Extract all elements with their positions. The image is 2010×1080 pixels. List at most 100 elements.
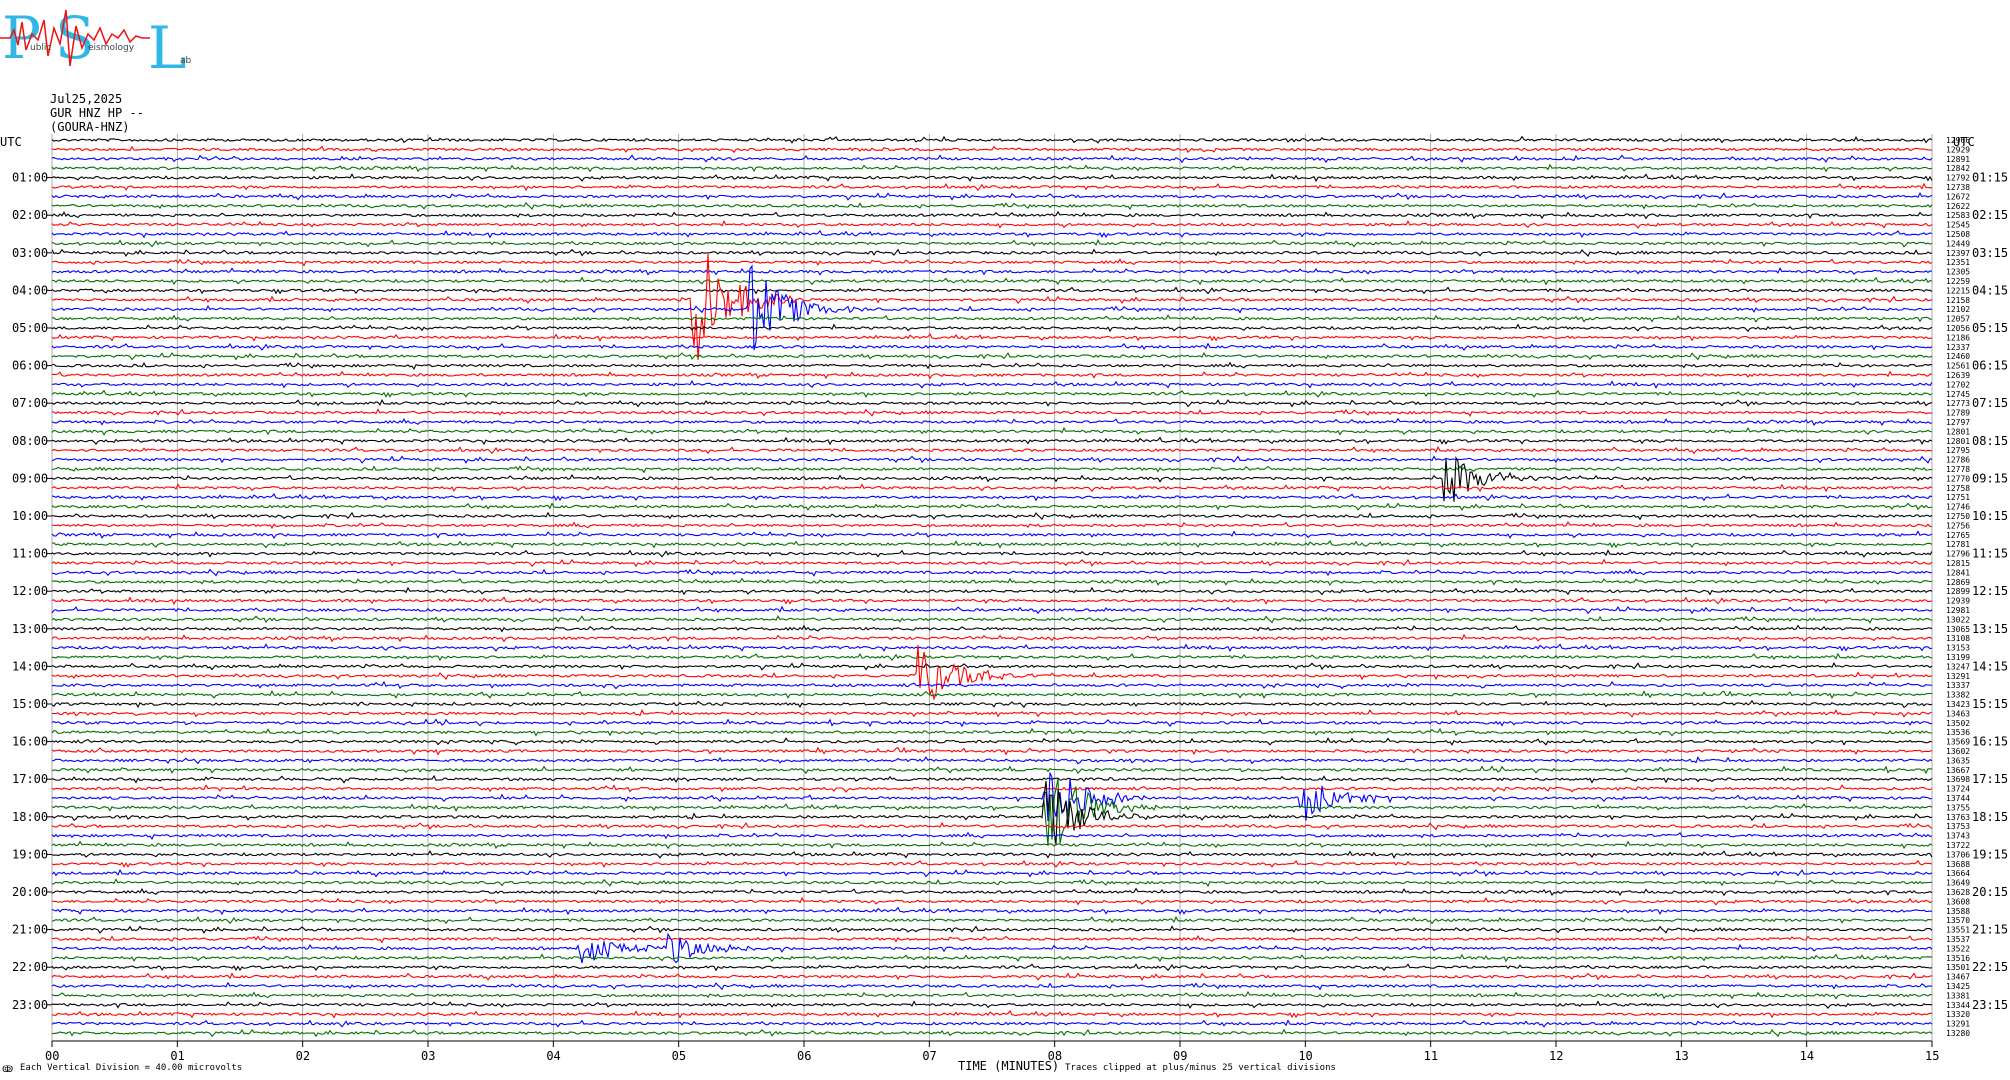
trace-line bbox=[51, 248, 1933, 258]
trace-line bbox=[51, 1028, 1933, 1038]
x-tick-label: 12 bbox=[1549, 1049, 1563, 1063]
trace-line bbox=[51, 680, 1933, 690]
trace-offset-label: 13153 bbox=[1946, 644, 1970, 653]
trace-line bbox=[51, 934, 1933, 944]
trace-offset-label: 13744 bbox=[1946, 794, 1970, 803]
trace-line bbox=[51, 323, 1933, 333]
trace-line bbox=[51, 1010, 1933, 1019]
trace-line bbox=[51, 145, 1933, 154]
trace-line bbox=[51, 765, 1933, 775]
trace-offset-label: 13608 bbox=[1946, 897, 1970, 906]
trace-offset-label: 13463 bbox=[1946, 709, 1970, 718]
right-hour-label: 10:15 bbox=[1972, 509, 2008, 523]
trace-offset-label: 13706 bbox=[1946, 850, 1970, 859]
trace-line bbox=[51, 276, 1933, 286]
trace-offset-label: 13501 bbox=[1946, 963, 1970, 972]
trace-line bbox=[51, 784, 1933, 793]
trace-offset-label: 12751 bbox=[1946, 493, 1970, 502]
right-hour-label: 05:15 bbox=[1972, 321, 2008, 335]
trace-line bbox=[51, 915, 1933, 925]
trace-offset-label: 13537 bbox=[1946, 935, 1970, 944]
trace-offset-label: 12337 bbox=[1946, 343, 1970, 352]
trace-offset-label: 12449 bbox=[1946, 239, 1970, 248]
trace-line bbox=[51, 925, 1933, 934]
x-tick-label: 07 bbox=[922, 1049, 936, 1063]
trace-offset-label: 13664 bbox=[1946, 869, 1970, 878]
trace-line bbox=[51, 502, 1933, 511]
left-hour-label: 17:00 bbox=[12, 772, 48, 786]
footer-scale-note: Each Vertical Division = 40.00 microvolt… bbox=[20, 1063, 242, 1073]
trace-line bbox=[51, 896, 1933, 906]
trace-line bbox=[51, 821, 1933, 831]
trace-offset-label: 12758 bbox=[1946, 484, 1970, 493]
left-axis-title: UTC bbox=[0, 135, 22, 149]
trace-line bbox=[51, 314, 1933, 323]
trace-offset-label: 12639 bbox=[1946, 371, 1970, 380]
left-hour-label: 01:00 bbox=[12, 171, 48, 185]
right-hour-label: 02:15 bbox=[1972, 208, 2008, 222]
x-tick-label: 02 bbox=[296, 1049, 310, 1063]
right-hour-label: 22:15 bbox=[1972, 960, 2008, 974]
trace-offset-label: 12583 bbox=[1946, 211, 1970, 220]
x-tick-label: 14 bbox=[1800, 1049, 1814, 1063]
x-tick-label: 00 bbox=[45, 1049, 59, 1063]
trace-offset-label: 12770 bbox=[1946, 474, 1970, 483]
left-hour-label: 12:00 bbox=[12, 584, 48, 598]
right-hour-label: 21:15 bbox=[1972, 923, 2008, 937]
trace-line bbox=[51, 408, 1933, 417]
right-hour-label: 23:15 bbox=[1972, 998, 2008, 1012]
right-hour-label: 11:15 bbox=[1972, 547, 2008, 561]
left-hour-label: 15:00 bbox=[12, 697, 48, 711]
left-hour-label: 03:00 bbox=[12, 246, 48, 260]
trace-line bbox=[51, 342, 1933, 351]
trace-offset-label: 13649 bbox=[1946, 879, 1970, 888]
right-hour-label: 20:15 bbox=[1972, 885, 2008, 899]
right-hour-label: 16:15 bbox=[1972, 735, 2008, 749]
x-tick-label: 06 bbox=[797, 1049, 811, 1063]
left-hour-label: 05:00 bbox=[12, 321, 48, 335]
trace-line bbox=[51, 286, 1933, 295]
left-hour-label: 13:00 bbox=[12, 622, 48, 636]
trace-offset-label: 13635 bbox=[1946, 756, 1970, 765]
trace-offset-label: 12745 bbox=[1946, 390, 1970, 399]
trace-line bbox=[51, 163, 1933, 173]
trace-line bbox=[51, 737, 1933, 746]
trace-line bbox=[51, 991, 1933, 1000]
trace-offset-label: 12801 bbox=[1946, 437, 1970, 446]
trace-offset-label: 12842 bbox=[1946, 164, 1970, 173]
trace-offset-label: 12561 bbox=[1946, 362, 1970, 371]
right-hour-label: 19:15 bbox=[1972, 847, 2008, 861]
trace-line bbox=[51, 398, 1933, 408]
trace-line bbox=[51, 220, 1933, 229]
trace-offset-label: 13381 bbox=[1946, 991, 1970, 1000]
trace-line bbox=[51, 135, 1933, 144]
trace-line bbox=[51, 868, 1933, 878]
trace-offset-label: 12672 bbox=[1946, 192, 1970, 201]
trace-line bbox=[51, 643, 1933, 653]
trace-line bbox=[51, 633, 1933, 643]
right-hour-label: 17:15 bbox=[1972, 772, 2008, 786]
trace-offset-label: 12351 bbox=[1946, 258, 1970, 267]
trace-line bbox=[51, 624, 1933, 633]
trace-line bbox=[51, 644, 1933, 701]
x-tick-label: 11 bbox=[1424, 1049, 1438, 1063]
trace-offset-label: 13536 bbox=[1946, 728, 1970, 737]
trace-line bbox=[51, 859, 1933, 868]
trace-offset-label: 13337 bbox=[1946, 681, 1970, 690]
trace-line bbox=[51, 756, 1933, 765]
trace-offset-label: 13467 bbox=[1946, 973, 1970, 982]
trace-offset-label: 13502 bbox=[1946, 719, 1970, 728]
right-hour-label: 06:15 bbox=[1972, 359, 2008, 373]
trace-offset-label: 13425 bbox=[1946, 982, 1970, 991]
trace-line bbox=[51, 182, 1933, 192]
trace-line bbox=[51, 972, 1933, 981]
trace-offset-label: 12057 bbox=[1946, 315, 1970, 324]
trace-offset-label: 13551 bbox=[1946, 926, 1970, 935]
trace-offset-label: 12786 bbox=[1946, 456, 1970, 465]
trace-line bbox=[51, 953, 1933, 963]
left-hour-label: 11:00 bbox=[12, 547, 48, 561]
trace-offset-label: 12056 bbox=[1946, 324, 1970, 333]
trace-line bbox=[51, 727, 1932, 737]
trace-line bbox=[51, 455, 1933, 464]
right-hour-label: 09:15 bbox=[1972, 471, 2008, 485]
